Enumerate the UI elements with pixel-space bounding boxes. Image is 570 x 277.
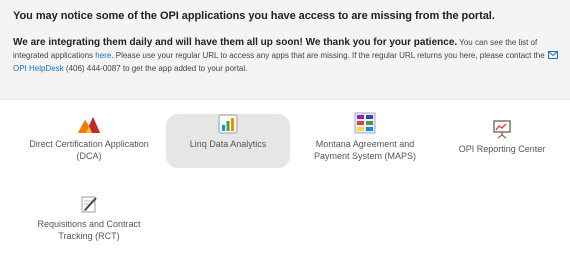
helpdesk-link[interactable]: OPI HelpDesk	[13, 64, 64, 73]
app-tiles: Direct Certification Application (DCA) L…	[0, 100, 570, 277]
app-tile-linq[interactable]: Linq Data Analytics	[166, 114, 290, 168]
notepad-pencil-icon	[79, 194, 99, 214]
notice-text-3: (406) 444-0087 to get the app added to y…	[63, 64, 248, 73]
app-label-maps: Montana Agreement and Payment System (MA…	[313, 139, 417, 161]
app-tile-reporting[interactable]: OPI Reporting Center	[440, 119, 564, 173]
app-tile-dca[interactable]: Direct Certification Application (DCA)	[27, 114, 151, 168]
notice-banner: You may notice some of the OPI applicati…	[0, 0, 570, 100]
app-label-dca: Direct Certification Application (DCA)	[29, 139, 149, 161]
notice-body: We are integrating them daily and will h…	[13, 36, 561, 75]
grid-dashboard-icon	[354, 110, 376, 134]
app-label-rct: Requisitions and Contract Tracking (RCT)	[37, 219, 141, 241]
app-label-reporting: OPI Reporting Center	[458, 144, 546, 154]
notice-strong-text: We are integrating them daily and will h…	[13, 37, 458, 48]
triangle-logo-icon	[76, 114, 102, 134]
mail-icon	[547, 51, 558, 59]
app-tile-rct[interactable]: Requisitions and Contract Tracking (RCT)	[27, 194, 151, 248]
notice-headline: You may notice some of the OPI applicati…	[13, 10, 495, 22]
presentation-board-icon	[492, 119, 512, 139]
notice-text-2: . Please use your regular URL to access …	[111, 51, 547, 60]
app-label-linq: Linq Data Analytics	[189, 139, 267, 149]
here-link[interactable]: here	[95, 51, 111, 60]
bar-chart-icon	[218, 114, 238, 134]
app-tile-maps[interactable]: Montana Agreement and Payment System (MA…	[303, 110, 427, 164]
